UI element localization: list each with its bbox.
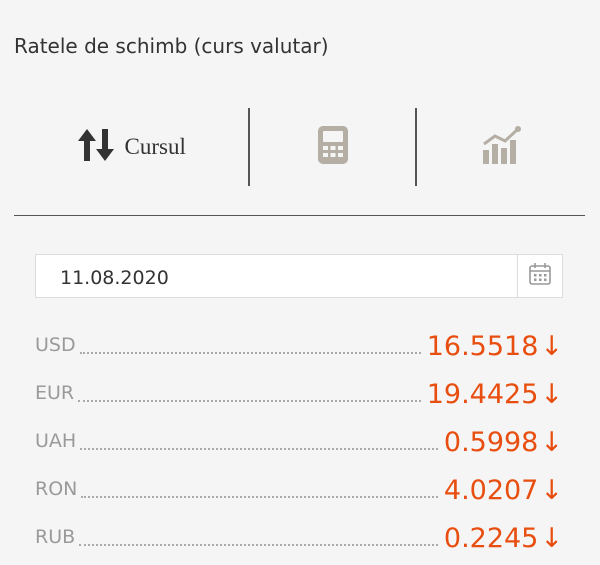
rate-row-ron: RON 4.0207 ↓ (35, 464, 563, 512)
down-arrow-icon: ↓ (540, 331, 563, 362)
rate-row-uah: UAH 0.5998 ↓ (35, 416, 563, 464)
rate-value: 0.2245 (443, 523, 539, 554)
rate-value: 16.5518 (426, 331, 539, 362)
down-arrow-icon: ↓ (540, 427, 563, 458)
divider (14, 215, 585, 216)
tab-bar: Cursul (14, 108, 585, 186)
rate-row-rub: RUB 0.2245 ↓ (35, 512, 563, 560)
currency-code: RUB (35, 526, 76, 548)
bar-chart-icon (481, 125, 522, 169)
rate-value: 4.0207 (443, 475, 539, 506)
currency-code: EUR (35, 382, 75, 404)
rate-value: 19.4425 (426, 379, 539, 410)
dot-leader (81, 496, 438, 498)
dot-leader (79, 352, 421, 354)
tab-chart[interactable] (417, 108, 585, 186)
date-input[interactable]: 11.08.2020 (35, 254, 563, 298)
down-arrow-icon: ↓ (540, 523, 563, 554)
calendar-icon (528, 262, 552, 291)
dot-leader (78, 400, 421, 402)
date-value[interactable]: 11.08.2020 (60, 267, 169, 289)
down-arrow-icon: ↓ (540, 475, 563, 506)
rate-value: 0.5998 (443, 427, 539, 458)
up-down-arrows-icon (77, 127, 115, 168)
calendar-button[interactable] (517, 255, 562, 297)
page-title: Ratele de schimb (curs valutar) (14, 34, 329, 58)
currency-code: RON (35, 478, 78, 500)
tab-converter[interactable] (250, 108, 415, 186)
tab-rates[interactable]: Cursul (14, 108, 248, 186)
calculator-icon (317, 125, 349, 170)
rate-row-eur: EUR 19.4425 ↓ (35, 368, 563, 416)
currency-code: UAH (35, 430, 77, 452)
tab-rates-label: Cursul (124, 134, 186, 159)
rate-row-usd: USD 16.5518 ↓ (35, 320, 563, 368)
currency-code: USD (35, 334, 76, 356)
dot-leader (80, 448, 438, 450)
down-arrow-icon: ↓ (540, 379, 563, 410)
dot-leader (79, 544, 438, 546)
rates-list: USD 16.5518 ↓ EUR 19.4425 ↓ UAH 0.5998 ↓… (35, 320, 563, 560)
